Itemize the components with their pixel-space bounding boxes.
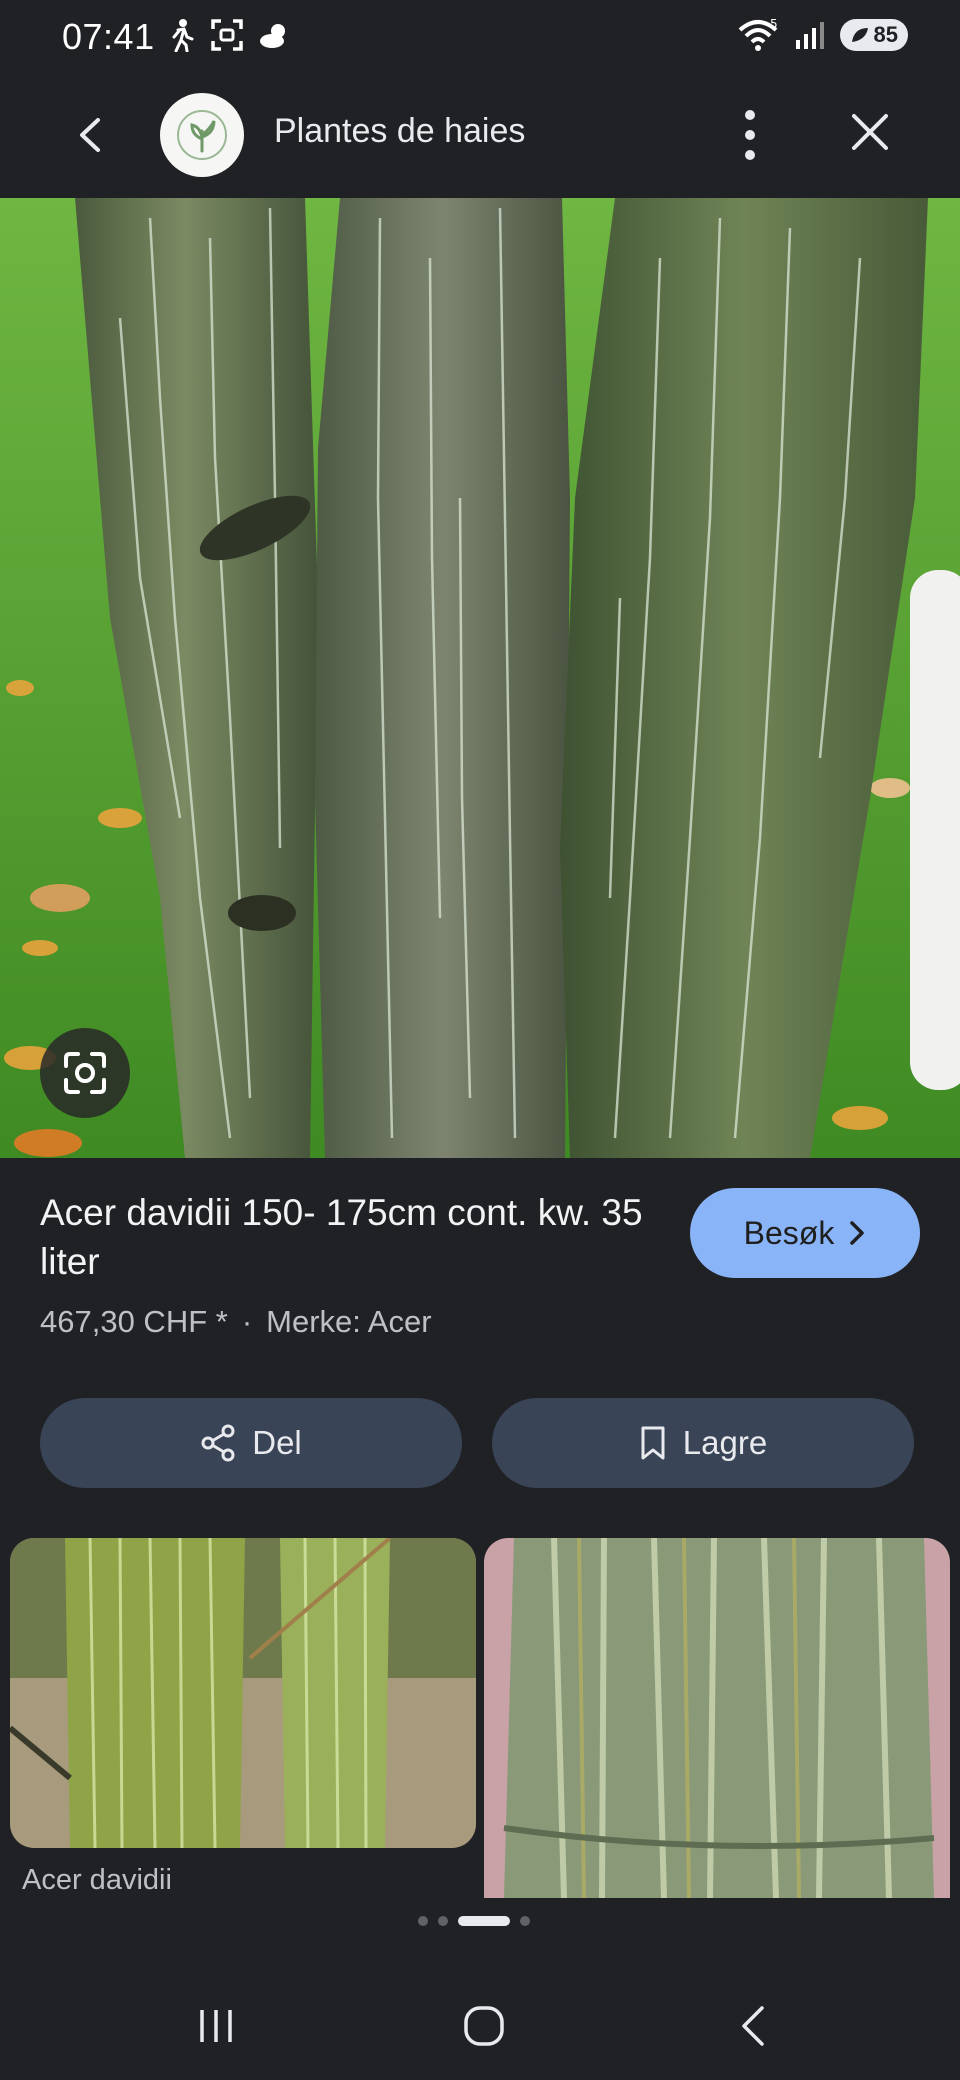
meta-separator: · [241,1304,253,1339]
leaf-logo-icon [177,110,227,160]
site-title[interactable]: Plantes de haies [274,112,525,151]
carousel-dot [520,1916,530,1926]
more-vert-icon[interactable] [736,106,764,164]
status-time: 07:41 [62,16,155,57]
screenshot-icon [211,19,243,51]
chevron-right-icon [850,1221,865,1245]
home-icon[interactable] [462,2004,506,2048]
signal-icon [795,22,824,49]
close-icon[interactable] [848,110,892,154]
top-bar: Plantes de haies [0,76,960,198]
weather-icon [260,24,285,48]
share-button-label: Del [252,1424,302,1461]
status-bar: 07:41 5 85 [0,0,960,76]
status-right-icons: 5 85 [738,18,908,52]
striped-bark-photo [484,1538,950,1898]
tree-trunks-photo [0,198,960,1158]
wifi-icon: 5 [738,18,778,51]
svg-text:5: 5 [770,18,778,31]
back-icon[interactable] [68,112,114,158]
related-image-caption[interactable]: Acer davidii [22,1864,172,1897]
battery-level: 85 [873,22,898,47]
lens-icon [64,1052,106,1094]
system-nav-bar [0,1978,960,2080]
battery-saver-icon [851,28,868,42]
save-button-label: Lagre [682,1424,768,1461]
product-brand: Merke: Acer [266,1304,432,1339]
nav-back-icon[interactable] [738,2004,768,2048]
status-left-icons [166,18,292,52]
product-meta: 467,30 CHF * · Merke: Acer [40,1304,432,1340]
carousel-dot-active [458,1916,510,1926]
visit-button-label: Besøk [743,1214,835,1251]
bookmark-icon [641,1426,665,1460]
site-logo[interactable] [160,93,244,177]
related-image-1[interactable] [10,1538,476,1848]
battery-icon: 85 [839,19,908,51]
save-button[interactable]: Lagre [492,1398,914,1488]
product-title: Acer davidii 150- 175cm cont. kw. 35 lit… [40,1192,643,1282]
carousel-dot [418,1916,428,1926]
related-image-2[interactable] [484,1538,950,1898]
recent-apps-icon[interactable] [196,2006,236,2046]
walking-icon [172,19,194,52]
lens-search-button[interactable] [40,1028,130,1118]
green-bark-photo [10,1538,476,1848]
carousel-dot [438,1916,448,1926]
product-price: 467,30 CHF * [40,1304,228,1339]
side-panel-peek[interactable] [910,570,960,1090]
share-button[interactable]: Del [40,1398,462,1488]
share-icon [201,1424,235,1462]
carousel-indicator [418,1916,530,1926]
product-image[interactable] [0,198,960,1158]
visit-button[interactable]: Besøk [690,1188,920,1278]
